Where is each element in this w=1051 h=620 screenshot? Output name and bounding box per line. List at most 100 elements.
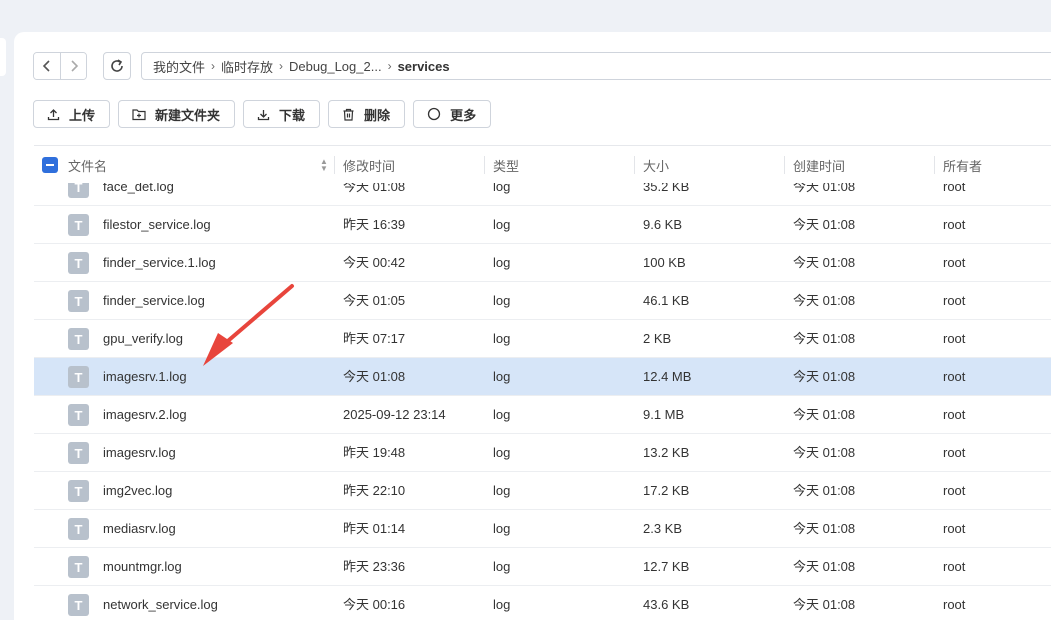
created-time-cell: 今天 01:08 bbox=[793, 217, 856, 232]
created-time-cell: 今天 01:08 bbox=[793, 293, 856, 308]
file-list: Tface_det.log 今天 01:08 log 35.2 KB 今天 01:08 r… bbox=[34, 168, 1051, 620]
file-name-cell: network_service.log bbox=[103, 597, 218, 612]
modified-time-cell: 今天 01:08 bbox=[343, 369, 406, 384]
file-type-cell: log bbox=[493, 331, 511, 346]
file-type-cell: log bbox=[493, 597, 511, 612]
table-row[interactable]: Timagesrv.2.log 2025-09-12 23:14 log 9.1 MB… bbox=[34, 396, 1051, 434]
file-name-cell: finder_service.log bbox=[103, 293, 205, 308]
table-row[interactable]: Tfinder_service.1.log 今天 00:42 log 100 KB 今天… bbox=[34, 244, 1051, 282]
owner-cell: root bbox=[943, 217, 966, 232]
breadcrumb-separator-icon: › bbox=[387, 59, 392, 73]
file-size-cell: 12.7 KB bbox=[643, 559, 690, 574]
chevron-left-icon bbox=[42, 60, 50, 72]
text-file-icon: T bbox=[68, 480, 89, 502]
column-header-created[interactable]: 创建时间 bbox=[784, 156, 845, 174]
owner-cell: root bbox=[943, 331, 966, 346]
breadcrumb-item-services[interactable]: services bbox=[398, 59, 450, 74]
owner-cell: root bbox=[943, 255, 966, 270]
side-panel-edge bbox=[0, 38, 6, 76]
table-row[interactable]: Tgpu_verify.log 昨天 07:17 log 2 KB 今天 01:08 ro… bbox=[34, 320, 1051, 358]
text-file-icon: T bbox=[68, 518, 89, 540]
file-name-cell: mediasrv.log bbox=[103, 521, 176, 536]
text-file-icon: T bbox=[68, 442, 89, 464]
owner-cell: root bbox=[943, 559, 966, 574]
delete-button[interactable]: 删除 bbox=[328, 100, 406, 128]
new-folder-label: 新建文件夹 bbox=[155, 107, 221, 123]
file-type-cell: log bbox=[493, 559, 511, 574]
created-time-cell: 今天 01:08 bbox=[793, 407, 856, 422]
column-header-name[interactable]: 文件名 bbox=[68, 146, 107, 184]
column-header-modified[interactable]: 修改时间 bbox=[334, 156, 395, 174]
table-row[interactable]: Tfilestor_service.log 昨天 16:39 log 9.6 KB 今天… bbox=[34, 206, 1051, 244]
file-browser-panel: 我的文件 › 临时存放 › Debug_Log_2... › services … bbox=[14, 32, 1051, 620]
action-toolbar: 上传 新建文件夹 下载 删除 更多 bbox=[33, 100, 492, 128]
file-name-cell: finder_service.1.log bbox=[103, 255, 216, 270]
download-button[interactable]: 下载 bbox=[243, 100, 321, 128]
file-size-cell: 9.6 KB bbox=[643, 217, 683, 232]
breadcrumb-item-temp[interactable]: 临时存放 bbox=[221, 57, 273, 76]
owner-cell: root bbox=[943, 483, 966, 498]
refresh-button[interactable] bbox=[103, 52, 131, 80]
column-header-size[interactable]: 大小 bbox=[634, 156, 669, 174]
table-row[interactable]: Timagesrv.log 昨天 19:48 log 13.2 KB 今天 01:08 r… bbox=[34, 434, 1051, 472]
file-size-cell: 2.3 KB bbox=[643, 521, 683, 536]
breadcrumb-item-debug-log[interactable]: Debug_Log_2... bbox=[289, 59, 382, 74]
breadcrumb-item-my-files[interactable]: 我的文件 bbox=[153, 57, 205, 76]
text-file-icon: T bbox=[68, 328, 89, 350]
created-time-cell: 今天 01:08 bbox=[793, 331, 856, 346]
modified-time-cell: 昨天 19:48 bbox=[343, 445, 406, 460]
modified-time-cell: 昨天 22:10 bbox=[343, 483, 406, 498]
table-row[interactable]: Timg2vec.log 昨天 22:10 log 17.2 KB 今天 01:08 ro… bbox=[34, 472, 1051, 510]
chevron-right-icon bbox=[70, 60, 78, 72]
owner-cell: root bbox=[943, 521, 966, 536]
breadcrumb-separator-icon: › bbox=[211, 59, 216, 73]
created-time-cell: 今天 01:08 bbox=[793, 369, 856, 384]
trash-icon bbox=[342, 108, 355, 121]
download-icon bbox=[257, 108, 270, 121]
table-header: 文件名 ▲ ▼ 修改时间 类型 大小 创建时间 所有者 bbox=[34, 145, 1051, 183]
more-label: 更多 bbox=[450, 107, 477, 123]
text-file-icon: T bbox=[68, 404, 89, 426]
created-time-cell: 今天 01:08 bbox=[793, 597, 856, 612]
table-row[interactable]: Tnetwork_service.log 今天 00:16 log 43.6 KB 今天… bbox=[34, 586, 1051, 620]
file-size-cell: 100 KB bbox=[643, 255, 686, 270]
modified-time-cell: 昨天 23:36 bbox=[343, 559, 406, 574]
table-row[interactable]: Tmountmgr.log 昨天 23:36 log 12.7 KB 今天 01:08 r… bbox=[34, 548, 1051, 586]
file-name-cell: mountmgr.log bbox=[103, 559, 182, 574]
file-size-cell: 12.4 MB bbox=[643, 369, 692, 384]
created-time-cell: 今天 01:08 bbox=[793, 521, 856, 536]
file-name-cell: imagesrv.2.log bbox=[103, 407, 187, 422]
created-time-cell: 今天 01:08 bbox=[793, 445, 856, 460]
more-button[interactable]: 更多 bbox=[413, 100, 492, 128]
table-row[interactable]: Tmediasrv.log 昨天 01:14 log 2.3 KB 今天 01:08 ro… bbox=[34, 510, 1051, 548]
owner-cell: root bbox=[943, 407, 966, 422]
breadcrumb: 我的文件 › 临时存放 › Debug_Log_2... › services bbox=[141, 52, 1051, 80]
history-nav-group bbox=[33, 52, 87, 80]
table-row[interactable]: Timagesrv.1.log 今天 01:08 log 12.4 MB 今天 01:0… bbox=[34, 358, 1051, 396]
text-file-icon: T bbox=[68, 252, 89, 274]
forward-button[interactable] bbox=[60, 53, 86, 79]
created-time-cell: 今天 01:08 bbox=[793, 483, 856, 498]
table-row[interactable]: Tfinder_service.log 今天 01:05 log 46.1 KB 今天 … bbox=[34, 282, 1051, 320]
created-time-cell: 今天 01:08 bbox=[793, 559, 856, 574]
column-header-owner[interactable]: 所有者 bbox=[934, 156, 982, 174]
created-time-cell: 今天 01:08 bbox=[793, 255, 856, 270]
select-all-checkbox[interactable] bbox=[42, 146, 58, 184]
download-label: 下载 bbox=[279, 107, 306, 123]
file-type-cell: log bbox=[493, 483, 511, 498]
column-header-type[interactable]: 类型 bbox=[484, 156, 519, 174]
modified-time-cell: 昨天 01:14 bbox=[343, 521, 406, 536]
file-name-cell: filestor_service.log bbox=[103, 217, 211, 232]
sort-icon[interactable]: ▲ ▼ bbox=[320, 158, 328, 173]
upload-button[interactable]: 上传 bbox=[33, 100, 111, 128]
indeterminate-checkbox-icon bbox=[42, 157, 58, 173]
file-size-cell: 13.2 KB bbox=[643, 445, 690, 460]
file-size-cell: 2 KB bbox=[643, 331, 672, 346]
modified-time-cell: 昨天 07:17 bbox=[343, 331, 406, 346]
new-folder-button[interactable]: 新建文件夹 bbox=[118, 100, 236, 128]
navigation-bar: 我的文件 › 临时存放 › Debug_Log_2... › services bbox=[33, 52, 1051, 80]
owner-cell: root bbox=[943, 597, 966, 612]
file-type-cell: log bbox=[493, 293, 511, 308]
back-button[interactable] bbox=[34, 53, 60, 79]
file-name-cell: imagesrv.log bbox=[103, 445, 176, 460]
